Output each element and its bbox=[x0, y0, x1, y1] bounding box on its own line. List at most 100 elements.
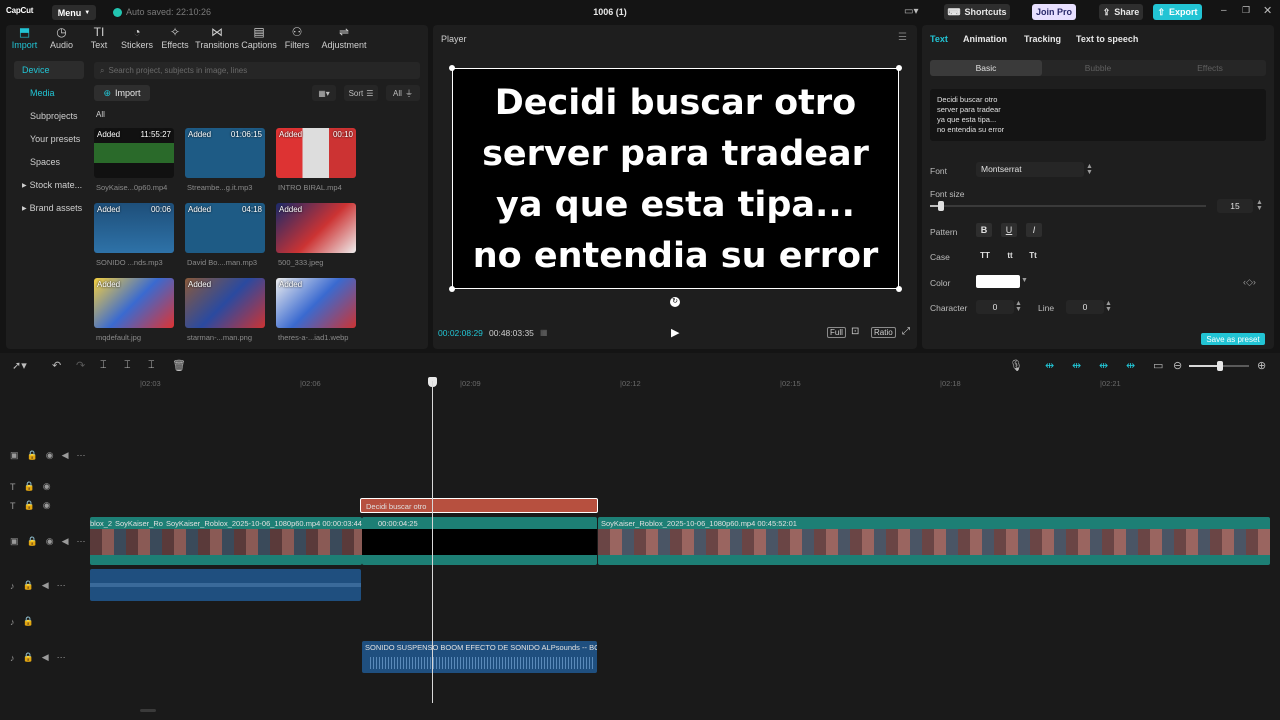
tab-text-to-speech[interactable]: Text to speech bbox=[1076, 34, 1138, 44]
zoom-out-icon[interactable]: ⊖ bbox=[1173, 359, 1182, 372]
media-item[interactable]: Added bbox=[276, 278, 356, 328]
media-item[interactable]: Added 00:10 bbox=[276, 128, 356, 178]
eye-icon[interactable]: ◉ bbox=[43, 481, 51, 492]
zoom-in-icon[interactable]: ⊕ bbox=[1257, 359, 1266, 372]
undo-icon[interactable]: ↶ bbox=[52, 359, 61, 372]
case-upper-button[interactable]: TT bbox=[976, 248, 994, 262]
grid-view-icon[interactable]: ▦▾ bbox=[312, 85, 336, 101]
sidebar-item-stock[interactable]: ▶ Stock mate... bbox=[14, 176, 84, 194]
tab-captions[interactable]: ▤ Captions bbox=[240, 25, 278, 51]
filter-button[interactable]: All ⏚ bbox=[386, 85, 420, 101]
lock-icon[interactable]: 🔒 bbox=[23, 616, 34, 627]
case-title-button[interactable]: Tt bbox=[1024, 248, 1042, 262]
cover-icon[interactable]: ▣ bbox=[10, 536, 19, 547]
tab-import[interactable]: ⬒ Import bbox=[6, 25, 43, 51]
ratio-button[interactable]: Ratio bbox=[871, 327, 896, 338]
chevron-down-icon[interactable]: ▼ bbox=[1021, 277, 1028, 284]
segment-bubble[interactable]: Bubble bbox=[1042, 60, 1154, 76]
lock-icon[interactable]: 🔒 bbox=[27, 536, 38, 547]
close-icon[interactable]: ✕ bbox=[1263, 4, 1272, 17]
snap-icon[interactable]: ⇹ bbox=[1099, 359, 1108, 372]
resize-handle[interactable] bbox=[449, 286, 455, 292]
import-button[interactable]: ⊕ Import bbox=[94, 85, 150, 101]
crop-icon[interactable]: ⊡ bbox=[851, 326, 859, 337]
keyframe-icon[interactable]: ‹◇› bbox=[1243, 277, 1256, 288]
menu-button[interactable]: Menu ▼ bbox=[52, 5, 96, 20]
full-button[interactable]: Full bbox=[827, 327, 846, 338]
underline-button[interactable]: U bbox=[1001, 223, 1017, 237]
line-spacing-input[interactable]: 0 bbox=[1066, 300, 1104, 314]
maximize-icon[interactable]: ❐ bbox=[1242, 5, 1250, 16]
tab-animation[interactable]: Animation bbox=[963, 34, 1007, 44]
tab-adjustment[interactable]: ⇌ Adjustment bbox=[316, 25, 372, 51]
lock-icon[interactable]: 🔒 bbox=[24, 500, 35, 511]
share-button[interactable]: ⇪ Share bbox=[1099, 4, 1143, 20]
volume-icon[interactable]: ◀ bbox=[62, 450, 69, 461]
more-icon[interactable]: ⋯ bbox=[77, 536, 86, 547]
fullscreen-icon[interactable]: ⤢ bbox=[902, 326, 910, 337]
eye-icon[interactable]: ◉ bbox=[46, 450, 54, 461]
media-item[interactable]: Added 01:06:15 bbox=[185, 128, 265, 178]
tab-text[interactable]: TI Text bbox=[80, 25, 118, 51]
microphone-icon[interactable]: 🎙 bbox=[1009, 359, 1023, 372]
magnet-icon[interactable]: ⇹ bbox=[1072, 359, 1081, 372]
rotate-icon[interactable]: ↻ bbox=[670, 297, 680, 307]
menu-icon[interactable]: ☰ bbox=[898, 32, 907, 43]
text-content-input[interactable]: Decidi buscar otro server para tradear y… bbox=[930, 89, 1266, 141]
zoom-slider-knob[interactable] bbox=[1217, 361, 1223, 371]
stepper-icon[interactable]: ▲ ▼ bbox=[1256, 199, 1263, 212]
segment-basic[interactable]: Basic bbox=[930, 60, 1042, 76]
cover-icon[interactable]: ▣ bbox=[10, 450, 19, 461]
redo-icon[interactable]: ↷ bbox=[76, 359, 85, 372]
video-clip[interactable]: blox_2 SoyKaiser_Ro SoyKaiser_Roblox_202… bbox=[90, 517, 362, 565]
save-as-preset-button[interactable]: Save as preset bbox=[1201, 333, 1265, 345]
character-spacing-input[interactable]: 0 bbox=[976, 300, 1014, 314]
caption-icon[interactable]: ▭ bbox=[1153, 359, 1163, 372]
media-item[interactable]: Added bbox=[94, 278, 174, 328]
audio-clip[interactable] bbox=[90, 569, 361, 601]
more-icon[interactable]: ⋯ bbox=[57, 580, 66, 591]
eye-icon[interactable]: ◉ bbox=[46, 536, 54, 547]
sidebar-item-subprojects[interactable]: Subprojects bbox=[14, 107, 84, 125]
join-pro-button[interactable]: Join Pro bbox=[1032, 4, 1076, 20]
media-item[interactable]: Added 11:55:27 bbox=[94, 128, 174, 178]
font-size-input[interactable]: 15 bbox=[1217, 199, 1253, 213]
playhead[interactable] bbox=[432, 381, 433, 703]
tab-filters[interactable]: ⚇ Filters bbox=[278, 25, 316, 51]
stepper-icon[interactable]: ▲ ▼ bbox=[1015, 300, 1022, 313]
play-icon[interactable]: ▶ bbox=[671, 326, 679, 339]
lock-icon[interactable]: 🔒 bbox=[27, 450, 38, 461]
media-item[interactable]: Added 04:18 bbox=[185, 203, 265, 253]
font-size-slider-knob[interactable] bbox=[938, 201, 944, 211]
layout-icon[interactable]: ▭▾ bbox=[904, 6, 918, 17]
export-button[interactable]: ⇧ Export bbox=[1153, 4, 1202, 20]
select-tool-icon[interactable]: ➚▾ bbox=[12, 359, 27, 372]
volume-icon[interactable]: ◀ bbox=[62, 536, 69, 547]
delete-icon[interactable]: 🗑 bbox=[172, 359, 186, 372]
eye-icon[interactable]: ◉ bbox=[43, 500, 51, 511]
italic-button[interactable]: I bbox=[1026, 223, 1042, 237]
sidebar-item-media[interactable]: Media bbox=[14, 84, 84, 102]
video-clip-black[interactable]: 00:00:04:25 bbox=[362, 517, 597, 565]
split-left-icon[interactable]: ⌶ bbox=[124, 359, 131, 372]
volume-icon[interactable]: ◀ bbox=[42, 580, 49, 591]
minimize-icon[interactable]: – bbox=[1221, 5, 1227, 16]
sidebar-item-device[interactable]: Device bbox=[14, 61, 84, 79]
split-right-icon[interactable]: ⌶ bbox=[148, 359, 155, 372]
tab-effects[interactable]: ✧ Effects bbox=[156, 25, 194, 51]
video-clip[interactable]: SoyKaiser_Roblox_2025-10-06_1080p60.mp4 … bbox=[598, 517, 1270, 565]
time-ruler[interactable]: |02:03 |02:06 |02:09 |02:12 |02:15 |02:18 |02:… bbox=[90, 379, 1275, 391]
tab-audio[interactable]: ◷ Audio bbox=[43, 25, 80, 51]
font-size-slider[interactable] bbox=[930, 205, 1206, 207]
tab-transitions[interactable]: ⋈ Transitions bbox=[194, 25, 240, 51]
sidebar-item-presets[interactable]: Your presets bbox=[14, 130, 84, 148]
font-select[interactable]: Montserrat bbox=[976, 162, 1084, 177]
media-item[interactable]: Added 00:06 bbox=[94, 203, 174, 253]
sidebar-item-brand[interactable]: ▶ Brand assets bbox=[14, 199, 84, 217]
resize-handle[interactable] bbox=[449, 65, 455, 71]
search-input[interactable]: ⌕ Search project, subjects in image, line… bbox=[94, 62, 420, 79]
color-swatch[interactable] bbox=[976, 275, 1020, 288]
timecode-grid-icon[interactable]: ▦ bbox=[540, 328, 548, 337]
tab-stickers[interactable]: ◔ Stickers bbox=[118, 25, 156, 51]
more-icon[interactable]: ⋯ bbox=[57, 652, 66, 663]
